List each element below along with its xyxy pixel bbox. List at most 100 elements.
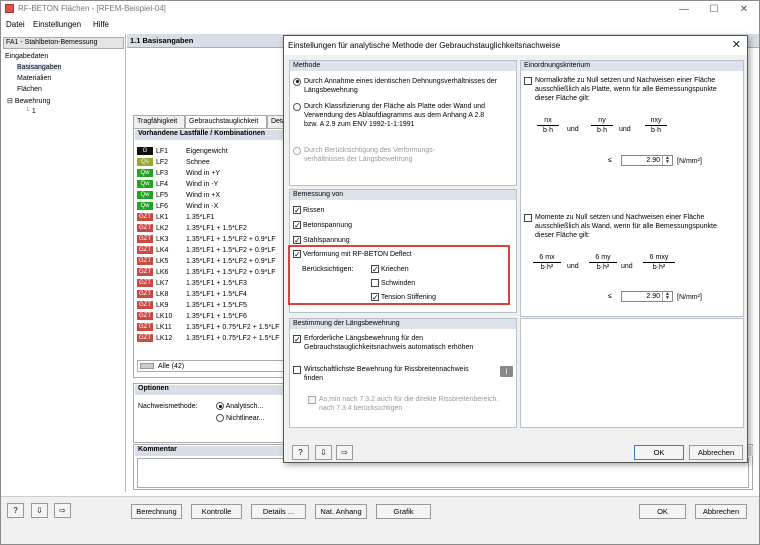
close-button[interactable]: ✕ (729, 1, 759, 18)
dialog-close-icon[interactable]: ✕ (732, 38, 741, 51)
tree-bewehrung[interactable]: ⊟ Bewehrung (7, 97, 50, 105)
loadcase-row[interactable]: GZT LK1 1.35*LF1 (137, 213, 214, 224)
loadcase-row[interactable]: Qw LF4 Wind in -Y (137, 180, 218, 191)
frac-nxy-bottom: b·h (650, 127, 662, 134)
loadcase-row[interactable]: GZT LK7 1.35*LF1 + 1.5*LF3 (137, 279, 247, 290)
dialog-export-icon[interactable]: ⇨ (336, 445, 353, 460)
checkbox-wirtschaftlich[interactable] (293, 365, 301, 374)
loadcase-type-badge: GZT (137, 290, 153, 298)
dialog-title-bar: Einstellungen für analytische Methode de… (284, 36, 747, 55)
menu-einstellungen[interactable]: Einstellungen (33, 20, 81, 29)
loadcase-row[interactable]: GZT LK11 1.35*LF1 + 0.75*LF2 + 1.5*LF (137, 323, 279, 334)
loadcase-row[interactable]: GZT LK12 1.35*LF1 + 0.75*LF2 + 1.5*LF (137, 334, 279, 345)
main-cancel-button[interactable]: Abbrechen (695, 504, 747, 519)
checkbox-asmin[interactable] (308, 395, 316, 404)
tab-gebrauchstauglichkeit[interactable]: Gebrauchstauglichkeit (185, 115, 267, 129)
import-icon[interactable]: ⇩ (31, 503, 48, 518)
loadcase-row[interactable]: GZT LK3 1.35*LF1 + 1.5*LF2 + 0.9*LF (137, 235, 276, 246)
grafik-button[interactable]: Grafik (376, 504, 431, 519)
loadcase-row[interactable]: Qw LF6 Wind in -X (137, 202, 218, 213)
minimize-button[interactable]: — (669, 1, 699, 18)
tree-bewehrung-1-label: 1 (31, 108, 36, 115)
options-panel: Optionen Nachweismethode: Analytisch... … (133, 383, 289, 443)
radio-methode-3[interactable] (293, 146, 301, 155)
kontrolle-button[interactable]: Kontrolle (191, 504, 242, 519)
check-platte[interactable] (524, 76, 532, 85)
tab-tragfaehigkeit[interactable]: Tragfähigkeit (133, 115, 185, 128)
loadcase-row[interactable]: GZT LK9 1.35*LF1 + 1.5*LF5 (137, 301, 247, 312)
maximize-button[interactable]: ☐ (699, 1, 729, 18)
nat-anhang-button[interactable]: Nat. Anhang (315, 504, 367, 519)
loadcase-name: LK10 (156, 312, 173, 320)
checkbox-erforderlich[interactable] (293, 334, 301, 343)
check-rissen[interactable]: Rissen (293, 206, 324, 215)
dialog-help-icon[interactable]: ? (292, 445, 309, 460)
wand-limit-input[interactable]: 2.90 ▲ ▼ (621, 291, 673, 302)
menu-datei[interactable]: Datei (6, 20, 25, 29)
check-wand[interactable] (524, 213, 532, 222)
radio-nichtlinear[interactable] (216, 414, 224, 423)
check-erforderlich[interactable] (293, 334, 301, 343)
loadcase-row[interactable]: GZT LK6 1.35*LF1 + 1.5*LF2 + 0.9*LF (137, 268, 276, 279)
method-nichtlinear[interactable]: Nichtlinear... (216, 414, 264, 423)
loadcase-description: 1.35*LF1 + 1.5*LF4 (186, 290, 247, 298)
loadcase-row[interactable]: Qw LF5 Wind in +X (137, 191, 220, 202)
berechnung-button[interactable]: Berechnung (131, 504, 182, 519)
method-analytisch[interactable]: Analytisch... (216, 402, 263, 411)
details-button[interactable]: Details ... (251, 504, 306, 519)
loadcase-type-badge: Qw (137, 202, 153, 210)
dialog-import-icon[interactable]: ⇩ (315, 445, 332, 460)
menu-bar: Datei Einstellungen Hilfe (1, 18, 759, 32)
loadcase-filter[interactable]: Alle (42) (137, 360, 287, 372)
dialog-ok-button[interactable]: OK (634, 445, 684, 460)
main-ok-button[interactable]: OK (639, 504, 686, 519)
radio-methode-3-dot[interactable] (293, 146, 301, 155)
menu-hilfe[interactable]: Hilfe (93, 20, 109, 29)
info-icon[interactable]: i (500, 366, 513, 377)
spinner-arrows-icon[interactable]: ▲ ▼ (662, 292, 672, 301)
help-icon[interactable]: ? (7, 503, 24, 518)
tree-basisangaben[interactable]: Basisangaben (17, 64, 62, 71)
checkbox-betonspannung[interactable] (293, 221, 301, 230)
loadcase-row[interactable]: GZT LK4 1.35*LF1 + 1.5*LF2 + 0.9*LF (137, 246, 276, 257)
loadcase-row[interactable]: GZT LK8 1.35*LF1 + 1.5*LF4 (137, 290, 247, 301)
section-title: 1.1 Basisangaben (130, 36, 194, 45)
radio-methode-2-dot[interactable] (293, 102, 301, 111)
spinner-arrows-icon[interactable]: ▲ ▼ (662, 156, 672, 165)
loadcase-row[interactable]: GZT LK5 1.35*LF1 + 1.5*LF2 + 0.9*LF (137, 257, 276, 268)
window-title: RF-BETON Flächen - [RFEM-Beispiel-04] (18, 4, 166, 13)
loadcase-row[interactable]: Qs LF2 Schnee (137, 158, 210, 169)
export-icon[interactable]: ⇨ (54, 503, 71, 518)
checkbox-rissen[interactable] (293, 206, 301, 215)
loadcase-row[interactable]: Qw LF3 Wind in +Y (137, 169, 220, 180)
tree-materialien[interactable]: Materialien (17, 75, 51, 82)
radio-methode-2[interactable] (293, 102, 301, 111)
methode-2-line1: Durch Klassifizierung der Fläche als Pla… (304, 103, 486, 110)
checkbox-wand[interactable] (524, 213, 532, 222)
radio-analytisch[interactable] (216, 402, 224, 411)
loadcase-description: 1.35*LF1 + 0.75*LF2 + 1.5*LF (186, 334, 280, 342)
case-select[interactable]: FA1 - Stahlbeton-Bemessung (3, 37, 124, 49)
einordnung-header: Einordnungskriterium (521, 61, 743, 71)
erforderlich-line2: Gebrauchstauglichkeitsnachweis automatis… (304, 344, 474, 351)
frac-nx-top: nx (544, 117, 552, 124)
check-stahlspannung[interactable]: Stahlspannung (293, 236, 350, 245)
checkbox-stahlspannung[interactable] (293, 236, 301, 245)
checkbox-platte[interactable] (524, 76, 532, 85)
tree-flaechen[interactable]: Flächen (17, 86, 42, 93)
tree-eingabedaten[interactable]: Eingabedaten (5, 53, 48, 60)
check-asmin[interactable] (308, 395, 316, 404)
und-4: und (621, 263, 633, 270)
check-betonspannung[interactable]: Betonspannung (293, 221, 352, 230)
check-wirtschaftlich[interactable] (293, 365, 301, 374)
loadcase-row[interactable]: GZT LK10 1.35*LF1 + 1.5*LF6 (137, 312, 247, 323)
radio-methode-1-dot[interactable] (293, 77, 301, 86)
methode-3-line1: Durch Berücksichtigung des Verformungs- (304, 147, 436, 154)
tree-bewehrung-1[interactable]: └ 1 (25, 108, 36, 115)
platte-limit-input[interactable]: 2.90 ▲ ▼ (621, 155, 673, 166)
loadcase-type-badge: GZT (137, 334, 153, 342)
dialog-cancel-button[interactable]: Abbrechen (689, 445, 743, 460)
radio-methode-1[interactable] (293, 77, 301, 86)
loadcase-row[interactable]: G LF1 Eigengewicht (137, 147, 228, 158)
loadcase-row[interactable]: GZT LK2 1.35*LF1 + 1.5*LF2 (137, 224, 247, 235)
